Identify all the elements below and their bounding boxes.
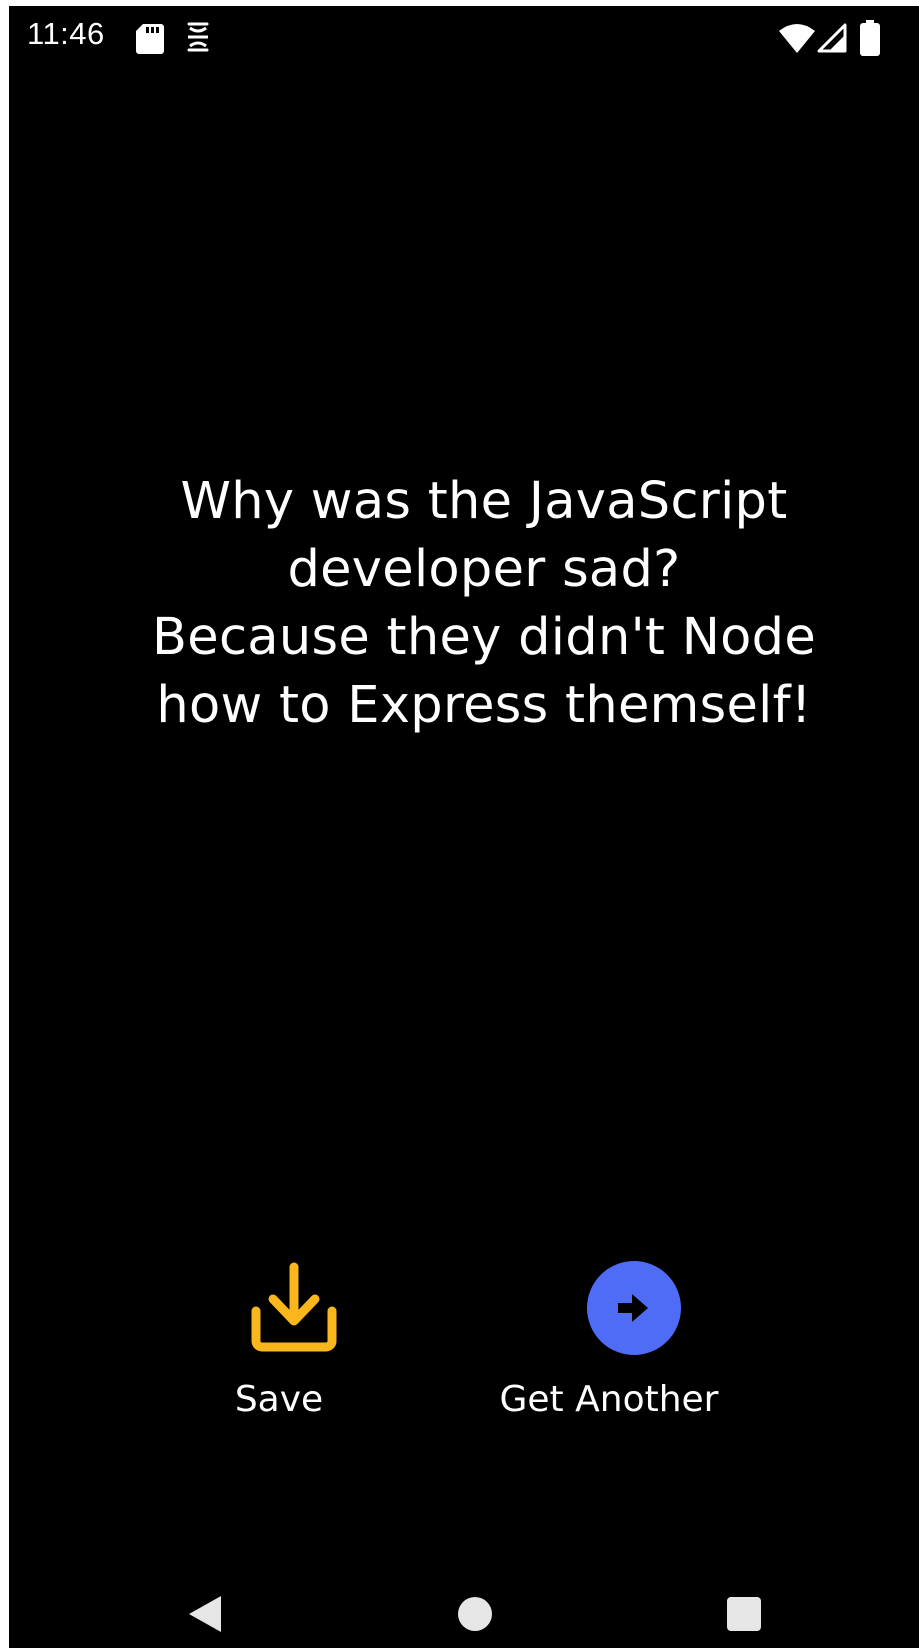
navigation-bar <box>9 1576 919 1648</box>
joke-text: Why was the JavaScript developer sad? Be… <box>152 472 816 735</box>
sd-card-icon <box>136 24 164 54</box>
recents-icon[interactable] <box>727 1597 761 1631</box>
notification-icon <box>187 22 209 52</box>
back-icon[interactable] <box>185 1594 225 1634</box>
status-bar: 11:46 <box>9 6 919 66</box>
arrow-right-icon <box>587 1261 681 1355</box>
save-button[interactable]: Save <box>209 1261 384 1436</box>
app-screen: 11:46 Why was the JavaScript developer s… <box>9 6 919 1648</box>
cell-signal-icon <box>817 23 847 53</box>
download-icon <box>251 1262 337 1352</box>
get-another-button[interactable]: Get Another <box>479 1261 779 1436</box>
save-label: Save <box>234 1379 324 1420</box>
get-another-label: Get Another <box>499 1379 719 1420</box>
wifi-icon <box>779 24 815 53</box>
status-time: 11:46 <box>27 16 105 51</box>
home-icon[interactable] <box>458 1597 492 1631</box>
battery-icon <box>860 20 880 56</box>
